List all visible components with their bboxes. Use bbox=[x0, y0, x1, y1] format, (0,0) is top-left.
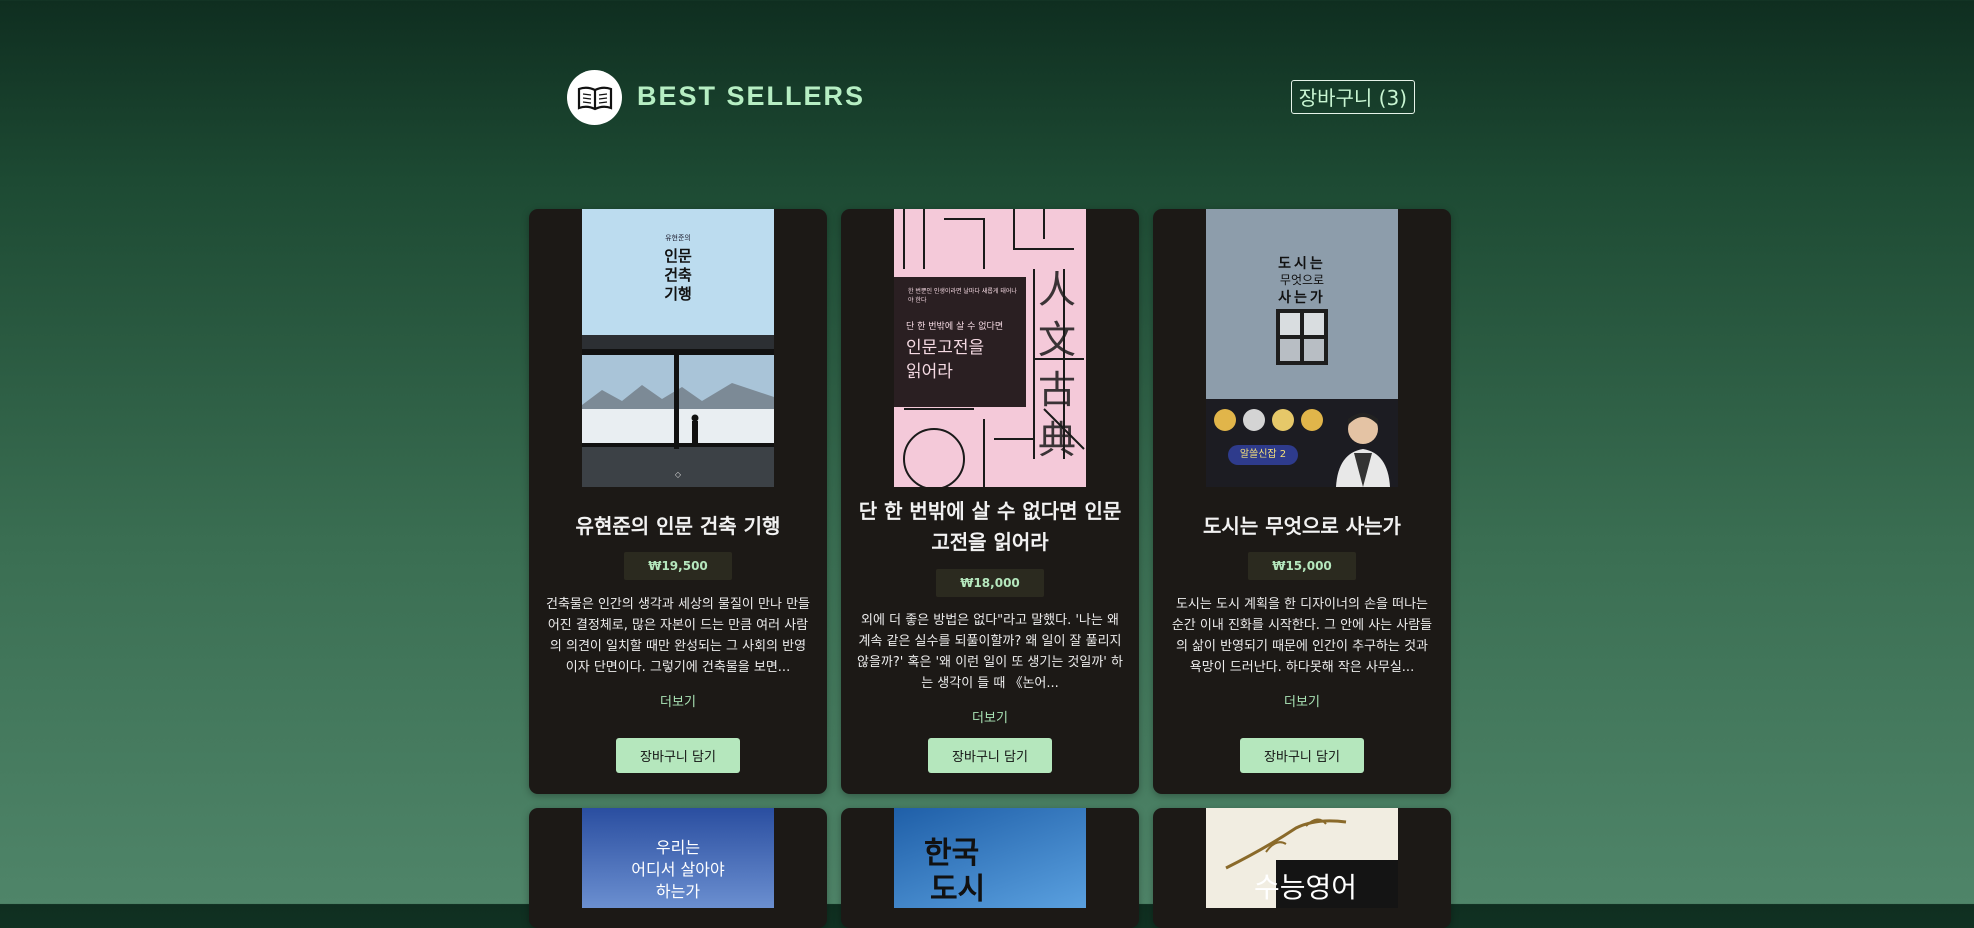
page-title: BEST SELLERS bbox=[637, 81, 866, 111]
more-link[interactable]: 더보기 bbox=[529, 691, 827, 710]
cover-window-illustration: ◇ bbox=[582, 335, 774, 487]
add-to-cart-button[interactable]: 장바구니 담기 bbox=[1240, 738, 1364, 773]
author-photo bbox=[1336, 413, 1390, 487]
cover-title-1: 도시는 bbox=[1278, 256, 1326, 272]
add-to-cart-button[interactable]: 장바구니 담기 bbox=[616, 738, 740, 773]
cover-lower-panel: 알쓸신잡 2 bbox=[1206, 399, 1398, 487]
book-cover[interactable]: 도시는 무엇으로 사는가 알쓸신잡 2 bbox=[1206, 209, 1398, 487]
book-cover[interactable]: 우리는 어디서 살아야 하는가 bbox=[582, 808, 774, 908]
cover-title-2: 무엇으로 bbox=[1279, 273, 1325, 287]
cart-button[interactable]: 장바구니 (3) bbox=[1290, 80, 1415, 114]
book-title: 단 한 번밖에 살 수 없다면 인문고전을 읽어라 bbox=[858, 499, 1122, 554]
cover-title-1: 수능영어 bbox=[1254, 871, 1358, 904]
book-price: ₩18,000 bbox=[936, 569, 1044, 597]
book-card: 우리는 어디서 살아야 하는가 bbox=[529, 808, 827, 928]
book-price: ₩19,500 bbox=[624, 552, 732, 580]
book-cover[interactable]: 유현준의 인문 건축 기행 ◇ bbox=[582, 209, 774, 487]
book-cover[interactable]: 한국 도시 bbox=[894, 808, 1086, 908]
book-cover[interactable]: 한 번뿐인 인생이라면 날마다 새롭게 태어나야 한다 단 한 번밖에 살 수 … bbox=[894, 209, 1086, 487]
book-card: 도시는 무엇으로 사는가 알쓸신잡 2 도시는 무엇으로 사는가 ₩15,000… bbox=[1153, 209, 1451, 794]
cover-title-2: 건축 bbox=[664, 266, 692, 284]
book-description: 외에 더 좋은 방법은 없다"라고 말했다. '나는 왜 계속 같은 실수를 되… bbox=[857, 613, 1123, 691]
cover-title-2: 어디서 살아야 bbox=[631, 860, 725, 879]
cover-title-3: 하는가 bbox=[655, 882, 701, 901]
book-card: 유현준의 인문 건축 기행 ◇ 유현준의 인문 건축 기행 ₩19,500 건축… bbox=[529, 209, 827, 794]
cover-title-2: 읽어라 bbox=[906, 362, 953, 382]
cover-title-2: 도시 bbox=[930, 872, 986, 907]
book-title: 유현준의 인문 건축 기행 bbox=[575, 514, 781, 538]
book-card: 한국 도시 bbox=[841, 808, 1139, 928]
cover-glyphs: 人文古典 bbox=[1038, 268, 1077, 462]
cover-tagline: 한 번뿐인 인생이라면 날마다 새롭게 태어나야 한다 bbox=[908, 288, 1017, 304]
add-to-cart-button[interactable]: 장바구니 담기 bbox=[928, 738, 1052, 773]
book-title: 도시는 무엇으로 사는가 bbox=[1203, 514, 1401, 538]
book-price: ₩15,000 bbox=[1248, 552, 1356, 580]
book-description: 건축물은 인간의 생각과 세상의 물질이 만나 만들어진 결정체로, 많은 자본… bbox=[546, 597, 810, 675]
book-card: 한 번뿐인 인생이라면 날마다 새롭게 태어나야 한다 단 한 번밖에 살 수 … bbox=[841, 209, 1139, 794]
cover-title-3: 기행 bbox=[664, 285, 692, 303]
cover-title-1: 우리는 bbox=[655, 838, 701, 857]
open-book-icon bbox=[577, 86, 612, 110]
cover-dark-panel: 한 번뿐인 인생이라면 날마다 새롭게 태어나야 한다 단 한 번밖에 살 수 … bbox=[894, 277, 1026, 407]
book-cover[interactable]: 수능영어 bbox=[1206, 808, 1398, 908]
cover-author: 유현준의 bbox=[665, 234, 691, 242]
badge-circles bbox=[1214, 409, 1324, 435]
cover-title-1: 인문 bbox=[664, 247, 692, 265]
book-card: 수능영어 bbox=[1153, 808, 1451, 928]
cover-window-illustration bbox=[1276, 309, 1328, 365]
more-link[interactable]: 더보기 bbox=[1153, 691, 1451, 710]
cover-badge: 알쓸신잡 2 bbox=[1228, 445, 1298, 465]
cover-title-3: 사는가 bbox=[1278, 290, 1326, 306]
page-header: BEST SELLERS 장바구니 (3) bbox=[567, 70, 1415, 128]
more-link[interactable]: 더보기 bbox=[841, 707, 1139, 726]
svg-text:◇: ◇ bbox=[675, 470, 682, 479]
cover-subtitle: 단 한 번밖에 살 수 없다면 bbox=[906, 322, 1004, 332]
logo[interactable] bbox=[567, 70, 622, 125]
book-description: 도시는 도시 계획을 한 디자이너의 손을 떠나는 순간 이내 진화를 시작한다… bbox=[1171, 597, 1433, 675]
cover-title-1: 인문고전을 bbox=[906, 338, 985, 358]
